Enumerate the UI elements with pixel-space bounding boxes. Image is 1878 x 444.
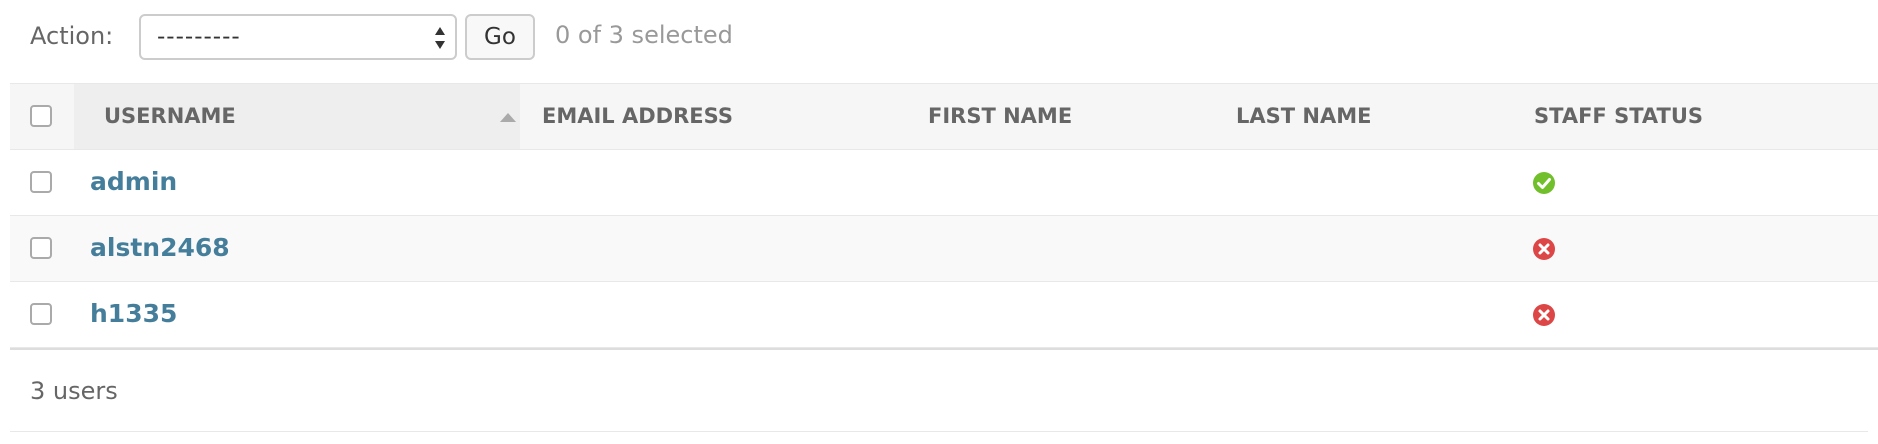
changelist-page: Action: --------- Go 0 of 3 selected Use… [0,0,1878,444]
username-link[interactable]: h1335 [90,299,177,328]
username-link[interactable]: alstn2468 [90,233,230,262]
row-select-checkbox[interactable] [30,171,52,193]
column-header-last-name: Last name [1236,104,1372,128]
column-header-email: Email address [542,104,733,128]
sort-ascending-icon[interactable] [500,113,516,122]
header-select-all-cell [10,84,74,149]
actions-bar: Action: --------- Go 0 of 3 selected [0,0,1878,80]
action-select-value: --------- [157,24,241,50]
paginator: 3 users [10,351,1868,432]
column-header-username[interactable]: Username [74,84,520,149]
check-circle-icon [1532,171,1556,195]
result-table: Username Email address First name Last n… [10,83,1878,350]
x-circle-icon [1532,303,1556,327]
table-row: h1335 [10,282,1878,348]
table-row: admin [10,150,1878,216]
row-select-checkbox[interactable] [30,303,52,325]
action-select[interactable]: --------- [139,14,457,60]
selection-counter: 0 of 3 selected [555,21,733,49]
up-down-arrows-icon [434,25,446,51]
select-all-checkbox[interactable] [30,105,52,127]
table-bottom-border [10,348,1878,350]
action-label: Action: [30,22,114,50]
table-header: Username Email address First name Last n… [10,83,1878,150]
row-select-checkbox[interactable] [30,237,52,259]
username-link[interactable]: admin [90,167,177,196]
x-circle-icon [1532,237,1556,261]
result-count: 3 users [30,377,118,405]
column-header-label: Username [104,104,236,128]
go-button[interactable]: Go [465,14,535,60]
column-header-first-name: First name [928,104,1073,128]
table-row: alstn2468 [10,216,1878,282]
column-header-staff-status: Staff status [1534,104,1704,128]
